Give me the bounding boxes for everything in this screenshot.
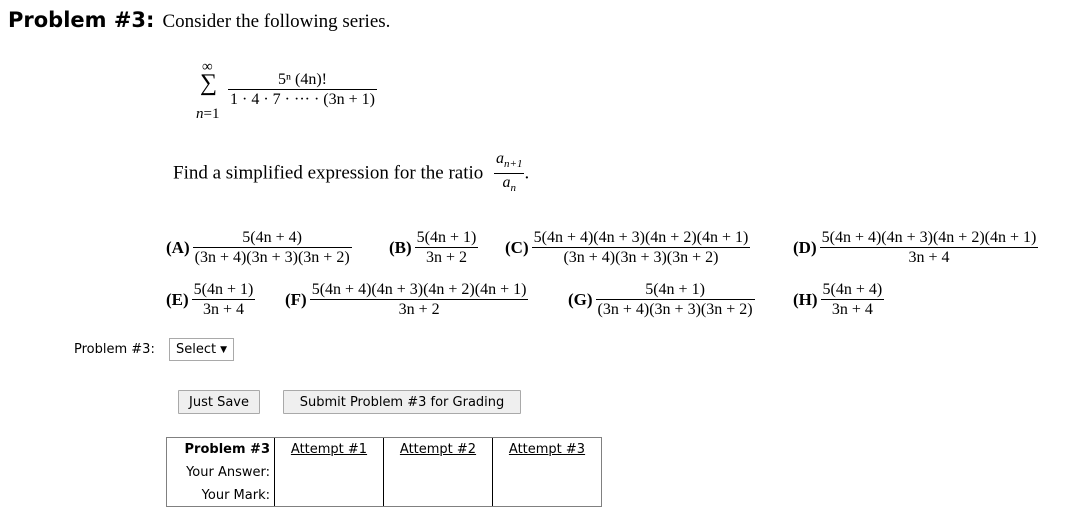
option-denominator: 3n + 2 — [398, 301, 440, 318]
option-c: (C) 5(4n + 4)(4n + 3)(4n + 2)(4n + 1) (3n … — [505, 228, 751, 267]
option-denominator: (3n + 4)(3n + 3)(3n + 2) — [597, 301, 753, 318]
attempt-column-1: Attempt #1 — [275, 438, 384, 506]
option-numerator: 5(4n + 4)(4n + 3)(4n + 2)(4n + 1) — [531, 229, 751, 248]
answer-label: Problem #3: — [74, 342, 155, 357]
option-a: (A) 5(4n + 4) (3n + 4)(3n + 3)(3n + 2) — [166, 228, 352, 267]
option-denominator: (3n + 4)(3n + 3)(3n + 2) — [194, 249, 350, 266]
ratio-denominator: an — [494, 174, 524, 197]
attempt-3-answer — [493, 461, 601, 484]
problem-intro: Consider the following series. — [162, 11, 391, 32]
attempt-3-mark — [493, 484, 601, 507]
question-text: Find a simplified expression for the rat… — [173, 162, 484, 184]
ratio-den-sub: n — [510, 182, 517, 195]
option-fraction: 5(4n + 4)(4n + 3)(4n + 2)(4n + 1) (3n + 4… — [531, 228, 751, 267]
ratio-fraction: an+1 an — [494, 150, 525, 197]
sigma-symbol: ∑ — [200, 70, 218, 96]
submit-for-grading-button[interactable]: Submit Problem #3 for Grading — [283, 390, 521, 414]
option-d: (D) 5(4n + 4)(4n + 3)(4n + 2)(4n + 1) 3n +… — [793, 228, 1039, 267]
option-numerator: 5(4n + 1) — [595, 280, 755, 300]
option-letter: (G) — [568, 289, 593, 309]
series-denominator: 1 · 4 · 7 · ··· · (3n + 1) — [230, 91, 375, 108]
option-numerator: 5(4n + 1) — [191, 281, 256, 300]
option-b: (B) 5(4n + 1) 3n + 2 — [389, 228, 479, 267]
table-header-problem: Problem #3 — [184, 442, 270, 457]
option-numerator: 5(4n + 1) — [414, 229, 479, 248]
option-fraction: 5(4n + 4) (3n + 4)(3n + 3)(3n + 2) — [192, 228, 352, 267]
attempt-2-mark — [384, 484, 492, 507]
your-mark-label: Your Mark: — [201, 488, 270, 503]
series-numerator: 5ⁿ (4n)! — [228, 70, 377, 90]
answer-row: Problem #3: Select ▼ — [74, 338, 234, 361]
option-numerator: 5(4n + 4) — [192, 228, 352, 248]
problem-header: Problem #3: Consider the following serie… — [8, 8, 390, 33]
attempts-table: Problem #3 Your Answer: Your Mark: Attem… — [166, 437, 602, 507]
answer-select[interactable]: Select ▼ — [168, 338, 234, 361]
option-numerator: 5(4n + 4)(4n + 3)(4n + 2)(4n + 1) — [819, 229, 1039, 248]
attempt-column-3: Attempt #3 — [493, 438, 601, 506]
option-fraction: 5(4n + 1) 3n + 2 — [414, 228, 479, 267]
option-e: (E) 5(4n + 1) 3n + 4 — [166, 280, 256, 319]
option-f: (F) 5(4n + 4)(4n + 3)(4n + 2)(4n + 1) 3n +… — [285, 280, 529, 319]
option-fraction: 5(4n + 1) (3n + 4)(3n + 3)(3n + 2) — [595, 280, 755, 319]
option-numerator: 5(4n + 4)(4n + 3)(4n + 2)(4n + 1) — [309, 281, 529, 300]
option-letter: (A) — [166, 237, 190, 257]
option-fraction: 5(4n + 1) 3n + 4 — [191, 280, 256, 319]
attempt-1-link[interactable]: Attempt #1 — [291, 442, 367, 457]
index-start: =1 — [203, 106, 220, 122]
option-letter: (D) — [793, 237, 817, 257]
ratio-num-sub: n+1 — [504, 158, 523, 171]
ratio-den-var: a — [502, 174, 511, 192]
attempt-1-answer — [275, 461, 383, 484]
attempt-2-answer — [384, 461, 492, 484]
attempt-1-mark — [275, 484, 383, 507]
question-line: Find a simplified expression for the rat… — [173, 150, 529, 197]
option-letter: (C) — [505, 237, 529, 257]
attempt-2-link[interactable]: Attempt #2 — [400, 442, 476, 457]
option-h: (H) 5(4n + 4) 3n + 4 — [793, 280, 885, 319]
option-fraction: 5(4n + 4) 3n + 4 — [820, 280, 885, 319]
option-g: (G) 5(4n + 1) (3n + 4)(3n + 3)(3n + 2) — [568, 280, 755, 319]
option-letter: (H) — [793, 289, 818, 309]
ratio-numerator: an+1 — [494, 150, 525, 175]
option-denominator: (3n + 4)(3n + 3)(3n + 2) — [563, 249, 719, 266]
option-letter: (E) — [166, 289, 189, 309]
index-variable: n — [196, 106, 204, 122]
option-fraction: 5(4n + 4)(4n + 3)(4n + 2)(4n + 1) 3n + 4 — [819, 228, 1039, 267]
option-denominator: 3n + 4 — [908, 249, 950, 266]
attempt-3-link[interactable]: Attempt #3 — [509, 442, 585, 457]
answer-select-value: Select — [175, 342, 217, 357]
ratio-num-var: a — [496, 150, 505, 167]
summation-lower-limit: n=1 — [196, 106, 219, 122]
your-answer-label: Your Answer: — [186, 465, 270, 480]
series-term-fraction: 5ⁿ (4n)! 1 · 4 · 7 · ··· · (3n + 1) — [228, 70, 377, 109]
question-period: . — [524, 162, 530, 184]
option-fraction: 5(4n + 4)(4n + 3)(4n + 2)(4n + 1) 3n + 2 — [309, 280, 529, 319]
attempts-row-headers: Problem #3 Your Answer: Your Mark: — [167, 438, 275, 506]
attempt-column-2: Attempt #2 — [384, 438, 493, 506]
just-save-button[interactable]: Just Save — [178, 390, 260, 414]
option-letter: (F) — [285, 289, 307, 309]
option-denominator: 3n + 4 — [203, 301, 245, 318]
option-numerator: 5(4n + 4) — [820, 281, 885, 300]
option-denominator: 3n + 2 — [426, 249, 468, 266]
problem-title: Problem #3: — [8, 8, 155, 32]
option-letter: (B) — [389, 237, 412, 257]
dropdown-arrow-icon: ▼ — [220, 345, 227, 355]
option-denominator: 3n + 4 — [831, 301, 873, 318]
